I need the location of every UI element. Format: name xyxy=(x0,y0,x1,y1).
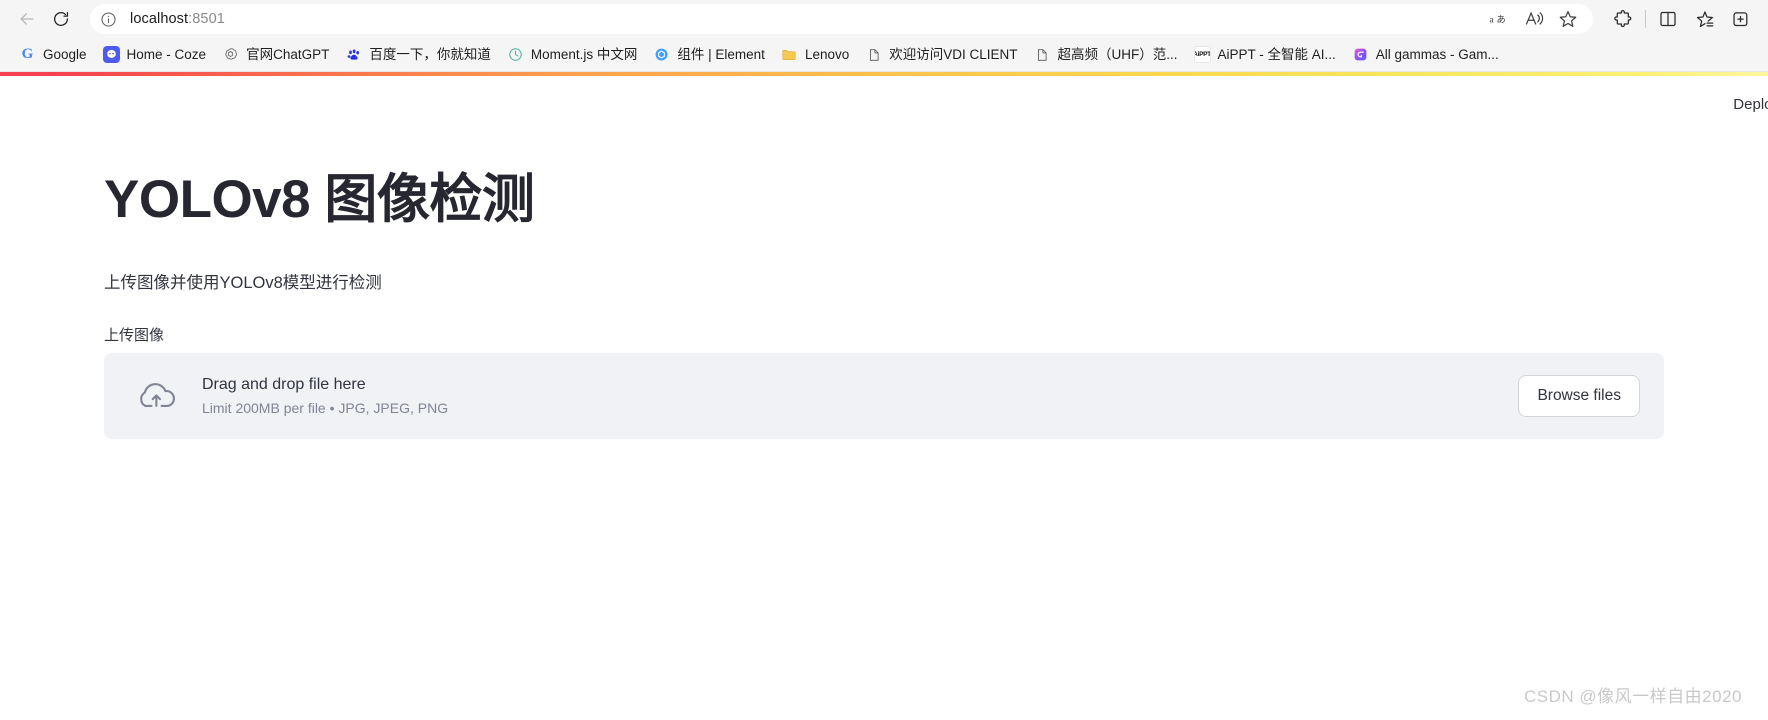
bookmark-home-coze[interactable]: Home - Coze xyxy=(96,42,214,68)
dropzone-limits: Limit 200MB per file • JPG, JPEG, PNG xyxy=(202,399,449,416)
baidu-icon xyxy=(345,46,362,63)
bookmark-google[interactable]: G Google xyxy=(12,42,94,68)
site-information-icon[interactable] xyxy=(94,5,122,33)
bookmark-chatgpt[interactable]: 官网ChatGPT xyxy=(215,42,336,68)
coze-icon xyxy=(102,46,120,63)
bookmark-baidu[interactable]: 百度一下，你就知道 xyxy=(338,42,498,68)
cloud-upload-icon xyxy=(130,379,182,413)
bookmark-lenovo-folder[interactable]: Lenovo xyxy=(774,42,856,68)
translate-icon[interactable]: a あ xyxy=(1483,5,1517,33)
extensions-icon[interactable] xyxy=(1605,4,1641,34)
bookmark-element[interactable]: 组件 | Element xyxy=(646,42,772,68)
browse-files-button[interactable]: Browse files xyxy=(1518,374,1640,417)
bookmark-label: 组件 | Element xyxy=(677,46,765,62)
csdn-watermark: CSDN @像风一样自由2020 xyxy=(1524,687,1742,706)
bookmark-all-gammas[interactable]: All gammas - Gam... xyxy=(1345,42,1506,68)
bookmark-vdi-client[interactable]: 欢迎访问VDI CLIENT xyxy=(858,42,1024,68)
page-content: Deploy YOLOv8 图像检测 上传图像并使用YOLOv8模型进行检测 上… xyxy=(0,72,1768,720)
read-aloud-icon[interactable] xyxy=(1517,5,1551,33)
address-bar-actions: a あ xyxy=(1483,5,1585,33)
toolbar-divider xyxy=(1645,10,1646,28)
split-screen-icon[interactable] xyxy=(1650,4,1686,34)
refresh-button[interactable] xyxy=(44,4,78,34)
bookmark-label: Home - Coze xyxy=(126,46,207,62)
add-favorite-star-icon[interactable] xyxy=(1551,5,1585,33)
svg-text:あ: あ xyxy=(1496,15,1505,26)
document-icon xyxy=(1034,46,1051,63)
browser-chrome: localhost:8501 a あ G Google Home - Coze … xyxy=(0,0,1768,72)
back-button[interactable] xyxy=(10,4,44,34)
bookmark-label: All gammas - Gam... xyxy=(1375,46,1499,62)
dropzone-title: Drag and drop file here xyxy=(202,375,366,393)
dropzone-text: Drag and drop file here Limit 200MB per … xyxy=(202,373,1498,419)
favorites-icon[interactable] xyxy=(1686,4,1722,34)
deploy-button[interactable]: Deploy xyxy=(1719,90,1768,119)
browser-toolbar-right xyxy=(1605,4,1758,34)
main-content: YOLOv8 图像检测 上传图像并使用YOLOv8模型进行检测 上传图像 Dra… xyxy=(0,132,1768,439)
element-icon xyxy=(653,46,670,63)
collections-icon[interactable] xyxy=(1722,4,1758,34)
bookmark-label: Moment.js 中文网 xyxy=(530,46,638,62)
bookmark-label: 百度一下，你就知道 xyxy=(369,46,491,62)
bookmark-uhf-doc[interactable]: 超高频（UHF）范... xyxy=(1027,42,1185,68)
bookmark-label: Google xyxy=(43,46,87,62)
bookmark-label: AiPPT - 全智能 AI... xyxy=(1217,46,1336,62)
folder-icon xyxy=(781,46,798,63)
browser-toolbar: localhost:8501 a あ xyxy=(0,0,1768,38)
address-text[interactable]: localhost:8501 xyxy=(122,11,225,27)
address-host: localhost xyxy=(130,11,189,27)
file-uploader-label: 上传图像 xyxy=(104,326,165,344)
bookmark-label: Lenovo xyxy=(804,46,850,62)
address-port: :8501 xyxy=(188,11,225,27)
page-title: YOLOv8 图像检测 xyxy=(104,170,535,229)
page-subtitle: 上传图像并使用YOLOv8模型进行检测 xyxy=(104,273,382,292)
file-dropzone[interactable]: Drag and drop file here Limit 200MB per … xyxy=(104,352,1664,439)
bookmark-label: 超高频（UHF）范... xyxy=(1057,46,1178,62)
bookmark-label: 官网ChatGPT xyxy=(246,46,330,62)
svg-text:a: a xyxy=(1489,15,1494,26)
app-header: Deploy xyxy=(0,76,1768,132)
google-icon: G xyxy=(21,46,34,62)
aippt-icon: AiPPT xyxy=(1193,46,1211,63)
address-bar[interactable]: localhost:8501 a あ xyxy=(90,4,1593,34)
momentjs-icon xyxy=(507,46,524,63)
bookmark-aippt[interactable]: AiPPT AiPPT - 全智能 AI... xyxy=(1187,42,1343,68)
bookmark-momentjs[interactable]: Moment.js 中文网 xyxy=(500,42,645,68)
gamma-icon xyxy=(1352,46,1369,63)
bookmark-label: 欢迎访问VDI CLIENT xyxy=(889,46,1018,62)
bookmarks-bar: G Google Home - Coze 官网ChatGPT 百度一下，你就知道… xyxy=(0,38,1768,71)
document-icon xyxy=(865,46,882,63)
chatgpt-icon xyxy=(222,46,239,63)
